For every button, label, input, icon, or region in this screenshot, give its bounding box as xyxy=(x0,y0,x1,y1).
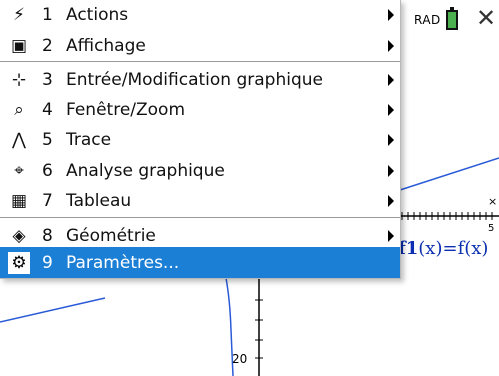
menu-item-label: Géométrie xyxy=(66,226,156,246)
function-label[interactable]: f1(x)=f(x) xyxy=(398,238,488,259)
menu-item-label: Paramètres... xyxy=(66,252,180,273)
menu-separator xyxy=(0,61,400,62)
menu-item-label: Affichage xyxy=(66,36,146,56)
menu-item-number: 1 xyxy=(42,5,53,25)
trace-icon: ⋀ xyxy=(12,130,26,150)
function-arg: (x) xyxy=(418,238,443,259)
menu-item-display[interactable]: ▣ 2 Affichage xyxy=(0,31,400,61)
close-icon[interactable]: ✕ xyxy=(476,6,496,30)
submenu-arrow-icon xyxy=(388,230,394,242)
menu-item-window-zoom[interactable]: ⌕ 4 Fenêtre/Zoom xyxy=(0,95,400,125)
function-rhs: =f(x) xyxy=(442,238,489,259)
submenu-arrow-icon xyxy=(388,40,394,52)
battery-icon xyxy=(446,7,458,30)
menu-item-number: 5 xyxy=(42,130,53,150)
menu-item-label: Tableau xyxy=(66,191,132,211)
submenu-arrow-icon xyxy=(388,104,394,116)
menu-item-table[interactable]: ▦ 7 Tableau xyxy=(0,186,400,216)
menu-item-number: 8 xyxy=(42,226,53,246)
menu-item-number: 7 xyxy=(42,191,53,211)
function-name: f1 xyxy=(398,238,419,259)
context-menu: ⚡ 1 Actions ▣ 2 Affichage ⊹ 3 Entrée/Mod… xyxy=(0,0,401,279)
menu-item-analyze-graph[interactable]: ⌖ 6 Analyse graphique xyxy=(0,156,400,186)
menu-separator xyxy=(0,217,400,218)
graph-curve-upper[interactable] xyxy=(399,157,499,191)
lightning-icon: ⚡ xyxy=(13,5,25,25)
zoom-icon: ⌕ xyxy=(14,100,24,120)
menu-item-label: Analyse graphique xyxy=(66,161,225,181)
menu-item-number: 3 xyxy=(42,70,53,90)
analyze-icon: ⌖ xyxy=(14,161,24,181)
menu-item-label: Actions xyxy=(66,5,129,25)
menu-item-trace[interactable]: ⋀ 5 Trace xyxy=(0,125,400,155)
menu-item-number: 9 xyxy=(42,252,53,273)
table-icon: ▦ xyxy=(10,191,28,211)
menu-item-actions[interactable]: ⚡ 1 Actions xyxy=(0,0,400,30)
status-bar: RAD ✕ xyxy=(400,0,499,42)
menu-item-label: Entrée/Modification graphique xyxy=(66,70,323,90)
gear-icon: ⚙ xyxy=(8,251,30,274)
x-tick-label: 5 xyxy=(488,223,495,234)
submenu-arrow-icon xyxy=(388,74,394,86)
view-icon: ▣ xyxy=(10,36,28,56)
submenu-arrow-icon xyxy=(388,134,394,146)
menu-item-number: 4 xyxy=(42,100,53,120)
menu-item-number: 6 xyxy=(42,161,53,181)
geometry-icon: ◈ xyxy=(12,226,26,246)
menu-item-label: Trace xyxy=(66,130,112,150)
menu-item-settings[interactable]: ⚙ 9 Paramètres... xyxy=(0,247,400,278)
submenu-arrow-icon xyxy=(388,9,394,21)
y-tick-label: 20 xyxy=(232,352,248,366)
menu-item-number: 2 xyxy=(42,36,53,56)
x-axis-symbol: × xyxy=(488,195,498,208)
submenu-arrow-icon xyxy=(388,165,394,177)
menu-item-label: Fenêtre/Zoom xyxy=(66,100,186,120)
angle-mode-indicator: RAD xyxy=(414,13,441,27)
menu-item-graph-entry[interactable]: ⊹ 3 Entrée/Modification graphique xyxy=(0,65,400,95)
graph-curve-left[interactable] xyxy=(0,297,106,323)
submenu-arrow-icon xyxy=(388,195,394,207)
graph-entry-icon: ⊹ xyxy=(11,70,27,90)
